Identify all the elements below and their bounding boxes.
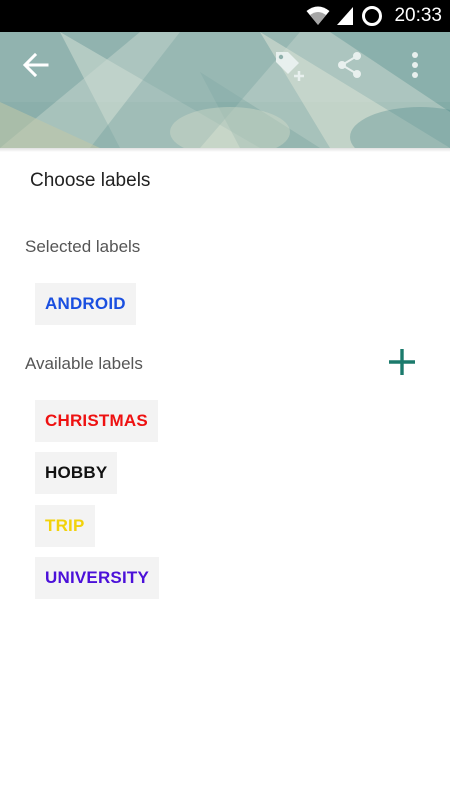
status-time: 20:33 <box>394 5 442 26</box>
selected-labels-heading: Selected labels <box>25 237 141 256</box>
header <box>0 32 450 148</box>
available-labels-heading: Available labels <box>25 354 143 373</box>
chip-label: UNIVERSITY <box>45 568 150 587</box>
sync-icon <box>360 4 384 28</box>
chip-label: ANDROID <box>45 294 126 313</box>
back-button[interactable] <box>14 45 58 89</box>
more-options-button[interactable] <box>393 45 437 89</box>
wifi-icon <box>306 6 330 26</box>
add-label-plus-button[interactable] <box>380 342 424 386</box>
share-icon <box>335 50 365 85</box>
add-label-icon <box>272 48 308 87</box>
chip-label: TRIP <box>45 516 85 535</box>
signal-icon <box>336 6 354 26</box>
header-shadow <box>0 148 450 152</box>
available-label-chip[interactable]: UNIVERSITY <box>35 557 160 599</box>
more-vert-icon <box>410 50 420 85</box>
available-label-chip[interactable]: TRIP <box>35 505 95 547</box>
toolbar <box>0 32 450 102</box>
chip-label: HOBBY <box>45 463 108 482</box>
add-label-button[interactable] <box>268 45 312 89</box>
plus-icon <box>387 347 417 382</box>
share-button[interactable] <box>328 45 372 89</box>
arrow-back-icon <box>21 50 51 85</box>
available-label-chip[interactable]: HOBBY <box>35 452 118 494</box>
selected-label-chip[interactable]: ANDROID <box>35 283 136 325</box>
dialog-title: Choose labels <box>30 170 151 191</box>
chip-label: CHRISTMAS <box>45 411 148 430</box>
available-label-chip[interactable]: CHRISTMAS <box>35 400 158 442</box>
status-bar: 20:33 <box>0 0 450 32</box>
